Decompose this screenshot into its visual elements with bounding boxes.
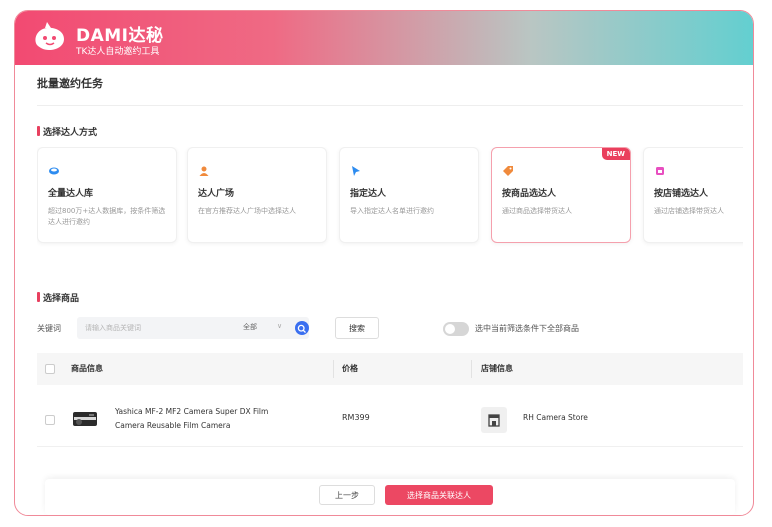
title-divider (37, 105, 743, 106)
next-step-button[interactable]: 选择商品关联达人 (385, 485, 493, 505)
header-bar: DAMI达秘 TK达人自动邀约工具 (15, 11, 753, 65)
section-title-select-product: 选择商品 (37, 291, 79, 304)
column-divider (471, 360, 472, 378)
select-all-checkbox[interactable] (45, 364, 55, 374)
database-icon (48, 162, 60, 175)
footer-bar: 上一步 选择商品关联达人 (45, 479, 735, 515)
table-header: 商品信息 价格 店铺信息 (37, 353, 743, 385)
card-title: 按店铺选达人 (654, 189, 709, 199)
brand-slogan: TK达人自动邀约工具 (76, 47, 160, 57)
table-row[interactable]: Yashica MF-2 MF2 Camera Super DX Film Ca… (37, 393, 743, 447)
app-window: DAMI达秘 TK达人自动邀约工具 批量邀约任务 选择达人方式 全量达人库 超过… (14, 10, 754, 516)
keyword-scope-select[interactable]: 全部 (243, 322, 257, 332)
method-cards: 全量达人库 超过800万+达人数据库，按条件筛选达人进行邀约 达人广场 在官方推… (37, 147, 743, 247)
method-card-creator-plaza[interactable]: 达人广场 在官方推荐达人广场中选择达人 (187, 147, 327, 243)
user-icon (198, 162, 210, 176)
store-name: RH Camera Store (523, 413, 588, 422)
product-search-row: 关键词 全部 ∨ 搜索 选中当前筛选条件下全部商品 (37, 317, 743, 341)
logo-icon (31, 21, 69, 55)
column-divider (333, 360, 334, 378)
keyword-label: 关键词 (37, 324, 61, 333)
cursor-icon (350, 162, 362, 176)
chevron-down-icon: ∨ (277, 322, 283, 330)
shop-icon (654, 162, 666, 175)
section-title-selection-method: 选择达人方式 (37, 125, 97, 138)
prev-step-button[interactable]: 上一步 (319, 485, 375, 505)
page-title: 批量邀约任务 (37, 77, 103, 90)
keyword-input[interactable] (77, 317, 309, 339)
brand-name: DAMI达秘 (76, 26, 164, 46)
card-title: 按商品选达人 (502, 189, 557, 199)
main-panel: 批量邀约任务 选择达人方式 全量达人库 超过800万+达人数据库，按条件筛选达人… (25, 65, 747, 515)
method-card-full-library[interactable]: 全量达人库 超过800万+达人数据库，按条件筛选达人进行邀约 (37, 147, 177, 243)
new-badge: NEW (601, 148, 630, 160)
method-card-by-product[interactable]: NEW 按商品选达人 通过商品选择带货达人 (491, 147, 631, 243)
select-all-toggle[interactable] (443, 322, 469, 336)
method-card-by-shop[interactable]: 按店铺选达人 通过店铺选择带货达人 (643, 147, 743, 243)
column-header-product: 商品信息 (71, 364, 103, 373)
select-all-label: 选中当前筛选条件下全部商品 (475, 324, 579, 333)
card-title: 全量达人库 (48, 189, 94, 199)
product-price: RM399 (342, 413, 370, 422)
card-desc: 在官方推荐达人广场中选择达人 (198, 207, 296, 215)
search-button[interactable]: 搜索 (335, 317, 379, 339)
card-title: 指定达人 (350, 189, 387, 199)
column-header-store: 店铺信息 (481, 364, 513, 373)
product-thumbnail (71, 408, 99, 430)
store-icon (481, 407, 507, 433)
card-desc: 通过商品选择带货达人 (502, 207, 572, 215)
search-icon[interactable] (295, 321, 309, 335)
card-desc: 超过800万+达人数据库，按条件筛选达人进行邀约 (48, 207, 166, 226)
card-desc: 通过店铺选择带货达人 (654, 207, 724, 215)
method-card-specified[interactable]: 指定达人 导入指定达人名单进行邀约 (339, 147, 479, 243)
column-header-price: 价格 (342, 364, 358, 373)
card-desc: 导入指定达人名单进行邀约 (350, 207, 434, 215)
product-name: Yashica MF-2 MF2 Camera Super DX Film Ca… (115, 407, 269, 430)
tag-icon (502, 162, 514, 176)
card-title: 达人广场 (198, 189, 235, 199)
row-checkbox[interactable] (45, 415, 55, 425)
